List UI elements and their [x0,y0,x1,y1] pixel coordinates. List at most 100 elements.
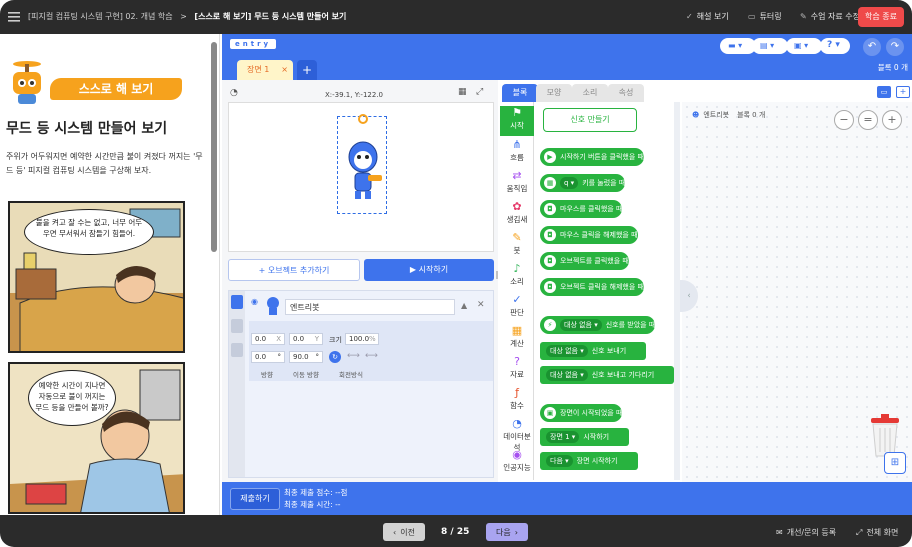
footer-bar: ‹ 이전 8 / 25 다음 › ✉ 개선/문의 등록 ⤢ 전체 화면 [0,515,912,547]
zoom-in-icon[interactable]: + [882,110,902,130]
category-looks[interactable]: ✿ 생김새 [500,200,534,230]
block-dropdown[interactable]: 대상 없음 ▾ [546,345,588,357]
x-value: 0.0 [255,335,267,343]
tutoring-button[interactable]: ▭ 튜터링 [748,11,782,22]
add-comment-icon[interactable]: + [896,86,910,98]
submit-button[interactable]: 제출하기 [230,488,280,510]
save-menu-button[interactable]: ▣ ▾ [786,38,822,54]
rotate-none-icon[interactable]: ⟷ [365,351,378,361]
collapse-palette-icon[interactable]: ‹ [680,280,698,312]
block-text: 오브젝트를 클릭했을 때 [560,257,629,265]
delete-object-icon[interactable]: ✕ [477,300,485,310]
category-sound[interactable]: ♪ 소리 [500,262,534,292]
entry-logo[interactable]: entry [230,39,277,49]
page-indicator: 8 / 25 [441,527,470,537]
block-scene-started[interactable]: ▣ 장면이 시작되었을 때 [540,404,623,422]
entrybot-sprite[interactable] [341,113,385,213]
direction-field[interactable]: 0.0 ° [251,351,285,363]
picture-tab-icon[interactable] [231,319,243,333]
block-dropdown[interactable]: 다음 ▾ [546,455,573,467]
file-menu-button[interactable]: ▤ ▾ [752,38,788,54]
zoom-out-icon[interactable]: − [834,110,854,130]
redo-icon[interactable]: ↷ [886,38,904,56]
zoom-reset-icon[interactable]: = [858,110,878,130]
category-motion[interactable]: ⇄ 움직임 [500,169,534,199]
add-scene-button[interactable]: + [297,60,317,80]
solution-button[interactable]: ✓ 해설 보기 [686,11,729,22]
tab-blocks[interactable]: 블록 [502,84,538,102]
feedback-label: 개선/문의 등록 [786,528,837,537]
category-judgement[interactable]: ✓ 판단 [500,293,534,323]
block-dropdown[interactable]: 대상 없음 ▾ [560,319,602,331]
category-brush[interactable]: ✎ 붓 [500,231,534,261]
scene-tab-1[interactable]: 장면 1 × [237,60,293,80]
block-start-next-scene[interactable]: 다음 ▾ 장면 시작하기 [540,452,638,470]
object-tab-icon[interactable] [231,295,243,309]
fullscreen-stage-icon[interactable]: ⤢ [476,87,483,97]
breadcrumb-course[interactable]: [피지컬 컴퓨팅 시스템 구현] 02. 개념 학습 [28,12,173,21]
object-name-field[interactable]: 엔트리봇 [285,299,455,315]
undo-icon[interactable]: ↶ [863,38,881,56]
scene-close-icon[interactable]: × [281,60,288,80]
category-start[interactable]: ⚑ 시작 [500,106,534,136]
y-field[interactable]: 0.0 Y [289,333,323,345]
block-object-released[interactable]: ◘ 오브젝트 클릭을 해제했을 때 [540,278,644,296]
stage-canvas[interactable] [228,102,494,252]
final-score: 최종 제출 점수: --점 [284,488,348,497]
text-tab-icon[interactable] [231,343,243,357]
splitter-handle[interactable]: ‖ [495,270,499,290]
mouse-icon: ◘ [544,255,556,267]
block-map-icon[interactable]: ⊞ [884,452,906,474]
lesson-scrollbar[interactable] [211,42,217,252]
grid-icon[interactable]: ▦ [458,87,467,97]
collapse-icon[interactable]: ▲ [461,301,467,310]
tab-properties[interactable]: 속성 [608,84,644,102]
start-button[interactable]: ▶ 시작하기 [364,259,494,281]
category-data-analysis[interactable]: ◔ 데이터분석 [500,417,534,452]
comment-icon[interactable]: ▭ [877,86,891,98]
help-button[interactable]: ? ▾ [820,38,850,54]
fullscreen-button[interactable]: ⤢ 전체 화면 [856,527,898,538]
category-function[interactable]: ƒ 함수 [500,386,534,416]
breadcrumb-separator: > [180,12,187,21]
rotate-horizontal-icon[interactable]: ⟷ [347,351,360,361]
block-key-pressed[interactable]: ▦ q ▾ 키를 눌렀을 때 [540,174,626,192]
speed-icon[interactable]: ◔ [230,88,238,98]
block-start-scene[interactable]: 장면 1 ▾ 시작하기 [540,428,630,446]
make-signal-button[interactable]: 신호 만들기 [543,108,637,132]
size-field[interactable]: 100.0% [345,333,379,345]
category-ai[interactable]: ◉ 인공지능 [500,448,534,478]
edit-material-button[interactable]: ✎ 수업 자료 수정 [800,11,860,22]
edit-icon: ✎ [800,12,807,21]
block-categories: ⚑ 시작 ⋔ 흐름 ⇄ 움직임 ✿ 생김새 ✎ 붓 ♪ 소리 ✓ 판단 ▦ 계산 ? 자료 ƒ 함수… [500,102,534,480]
block-signal-received[interactable]: ⚡ 대상 없음 ▾ 신호를 받았을 때 [540,316,656,334]
x-field[interactable]: 0.0 X [251,333,285,345]
code-workspace[interactable]: ‹ ☻ 엔트리봇 블록 0 개 − = + ⊞ [680,102,912,482]
finish-button[interactable]: 학습 종료 [858,7,904,27]
block-send-signal[interactable]: 대상 없음 ▾ 신호 보내기 [540,342,647,360]
block-object-clicked[interactable]: ◘ 오브젝트를 클릭했을 때 [540,252,629,270]
block-send-signal-wait[interactable]: 대상 없음 ▾ 신호 보내고 기다리기 [540,366,675,384]
workspace-block-count: 블록 0 개 [737,111,766,119]
menu-icon[interactable] [8,11,20,23]
block-mouse-clicked[interactable]: ◘ 마우스를 클릭했을 때 [540,200,623,218]
block-dropdown[interactable]: 장면 1 ▾ [546,431,580,443]
block-text: 키를 눌렀을 때 [582,179,626,187]
category-calc[interactable]: ▦ 계산 [500,324,534,354]
move-direction-field[interactable]: 90.0 ° [289,351,323,363]
tab-shapes[interactable]: 모양 [536,84,572,102]
rotate-free-icon[interactable]: ↻ [329,351,341,363]
block-dropdown[interactable]: q ▾ [560,177,579,189]
tab-sounds[interactable]: 소리 [572,84,608,102]
add-object-button[interactable]: + 오브젝트 추가하기 [228,259,360,281]
block-mouse-released[interactable]: ◘ 마우스 클릭을 해제했을 때 [540,226,638,244]
feedback-button[interactable]: ✉ 개선/문의 등록 [776,527,836,538]
block-start-clicked[interactable]: ▶ 시작하기 버튼을 클릭했을 때 [540,148,644,166]
category-flow[interactable]: ⋔ 흐름 [500,138,534,168]
visibility-icon[interactable]: ◉ [251,297,258,306]
next-button[interactable]: 다음 › [486,523,528,541]
prev-button[interactable]: ‹ 이전 [383,523,425,541]
board-type-button[interactable]: ▬ ▾ [720,38,756,54]
category-data[interactable]: ? 자료 [500,355,534,385]
block-dropdown[interactable]: 대상 없음 ▾ [546,369,588,381]
